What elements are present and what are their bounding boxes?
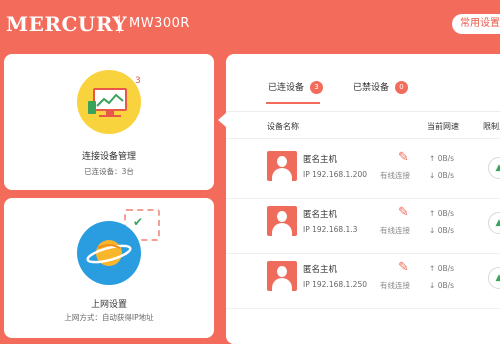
connection-type: 有线连接 (380, 171, 410, 180)
device-management-icon (77, 70, 141, 134)
selected-card-pointer (218, 113, 226, 127)
device-name: 匿名主机 (303, 155, 338, 165)
brand-logo: MERCURY (6, 12, 128, 36)
device-name: 匿名主机 (303, 265, 338, 275)
device-ip: IP 192.168.1.250 (303, 280, 367, 289)
upload-speed: ↑ 0B/s (429, 154, 455, 163)
device-management-card[interactable]: 3 连接设备管理 已连设备：3台 (4, 54, 214, 190)
upload-speed: ↑ 0B/s (429, 264, 455, 273)
top-bar: MERCURY MW300R 常用设置 (0, 0, 500, 52)
upload-arrow-icon: ↑ (429, 154, 436, 163)
host-avatar-icon (267, 206, 297, 236)
column-current-speed: 当前网速 (427, 122, 459, 131)
planet-icon (77, 221, 141, 285)
speed-limit-toggle[interactable]: ▲ (488, 267, 500, 289)
limit-arrow-icon: ▲ (495, 273, 500, 283)
tab-label: 已连设备 (268, 83, 305, 93)
internet-settings-card[interactable]: ✔ 上网设置 上网方式：自动获得IP地址 (4, 198, 214, 338)
device-ip: IP 192.168.1.200 (303, 170, 367, 179)
download-speed: ↓ 0B/s (429, 281, 455, 290)
header-divider (226, 138, 500, 139)
internet-settings-title: 上网设置 (90, 300, 127, 310)
common-settings-button[interactable]: 常用设置 (452, 14, 500, 34)
download-speed: ↓ 0B/s (429, 226, 455, 235)
edit-icon[interactable]: ✎ (398, 150, 409, 165)
tab-divider (226, 111, 500, 112)
upload-arrow-icon: ↑ (429, 209, 436, 218)
device-row: 匿名主机 IP 192.168.1.250 ✎ 有线连接 ↑ 0B/s ↓ 0B… (226, 254, 500, 309)
connection-type: 有线连接 (380, 226, 410, 235)
download-arrow-icon: ↓ (429, 171, 436, 180)
upload-arrow-icon: ↑ (429, 264, 436, 273)
connected-devices-count: 已连设备：3台 (84, 167, 134, 176)
limit-arrow-icon: ▲ (495, 218, 500, 228)
device-name: 匿名主机 (303, 210, 338, 220)
active-tab-indicator (266, 102, 320, 104)
device-count-badge: 3 (135, 76, 141, 86)
connection-mode: 上网方式：自动获得IP地址 (64, 313, 154, 322)
tab-count-badge: 0 (395, 81, 409, 94)
device-management-title: 连接设备管理 (81, 152, 136, 162)
speed-limit-toggle[interactable]: ▲ (488, 212, 500, 234)
device-row: 匿名主机 IP 192.168.1.3 ✎ 有线连接 ↑ 0B/s ↓ 0B/s… (226, 199, 500, 254)
speed-limit-toggle[interactable]: ▲ (488, 157, 500, 179)
download-arrow-icon: ↓ (429, 226, 436, 235)
device-list-panel: 已连设备 3 已禁设备 0 设备名称 当前网速 限制上 匿名主机 IP 192.16… (226, 54, 500, 344)
host-avatar-icon (267, 261, 297, 291)
logo-divider (119, 15, 120, 33)
edit-icon[interactable]: ✎ (398, 205, 409, 220)
connection-type: 有线连接 (380, 281, 410, 290)
download-speed: ↓ 0B/s (429, 171, 455, 180)
device-ip: IP 192.168.1.3 (303, 225, 358, 234)
tab-blocked-devices[interactable]: 已禁设备 0 (353, 80, 409, 94)
host-avatar-icon (267, 151, 297, 181)
model-name: MW300R (129, 16, 190, 31)
tab-count-badge: 3 (310, 81, 324, 94)
limit-arrow-icon: ▲ (495, 163, 500, 173)
column-speed-limit: 限制上 (483, 122, 500, 131)
edit-icon[interactable]: ✎ (398, 260, 409, 275)
column-device-name: 设备名称 (267, 122, 299, 131)
tab-connected-devices[interactable]: 已连设备 3 (268, 80, 324, 94)
upload-speed: ↑ 0B/s (429, 209, 455, 218)
tab-label: 已禁设备 (353, 83, 390, 93)
device-row: 匿名主机 IP 192.168.1.200 ✎ 有线连接 ↑ 0B/s ↓ 0B… (226, 144, 500, 199)
download-arrow-icon: ↓ (429, 281, 436, 290)
